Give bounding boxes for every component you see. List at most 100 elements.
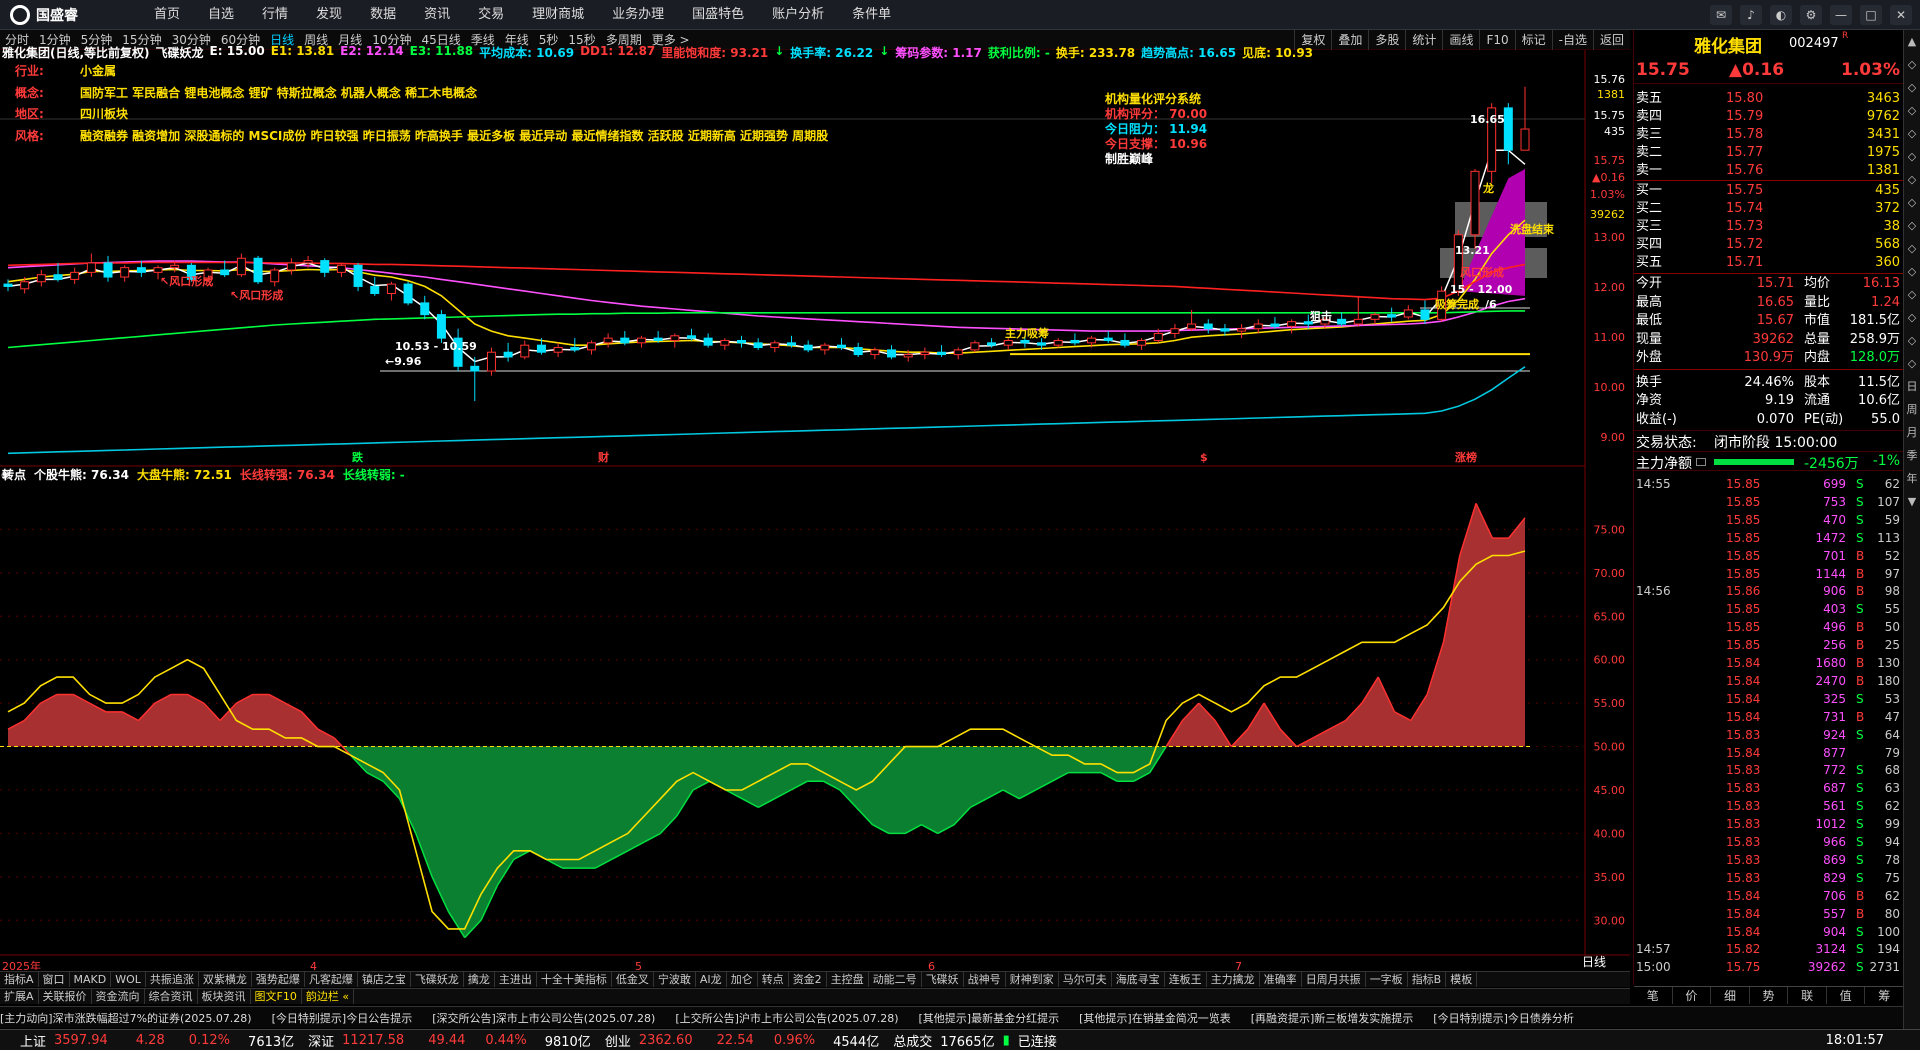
menu-item[interactable]: 数据: [356, 0, 410, 30]
maximize-icon[interactable]: □: [1860, 5, 1882, 25]
settings-icon[interactable]: ⚙: [1800, 5, 1822, 25]
indicator-tab[interactable]: 飞碟妖龙: [411, 972, 464, 987]
indicator-tab[interactable]: 准确率: [1260, 972, 1302, 987]
right-tab[interactable]: 联: [1788, 987, 1827, 1004]
panel-tab[interactable]: 综合资讯: [145, 989, 198, 1004]
indicator-tab[interactable]: 十全十美指标: [537, 972, 612, 987]
indicator-tab[interactable]: 指标A: [0, 972, 39, 987]
ask-row[interactable]: 卖四 15.79 9762: [1634, 108, 1904, 126]
indicator-tab[interactable]: 主进出: [495, 972, 537, 987]
indicator-tab[interactable]: 飞碟妖: [922, 972, 964, 987]
indicator-tab[interactable]: 模板: [1446, 972, 1478, 987]
side-tool-icon[interactable]: ◇: [1904, 145, 1920, 168]
news-item[interactable]: [主力动向]深市涨跌幅超过7%的证券(2025.07.28): [0, 1010, 252, 1026]
menu-item[interactable]: 首页: [140, 0, 194, 30]
close-icon[interactable]: ✕: [1890, 5, 1912, 25]
news-item[interactable]: [再融资提示]新三板增发实施提示: [1251, 1010, 1414, 1026]
menu-item[interactable]: 账户分析: [758, 0, 838, 30]
indicator-tab[interactable]: 低金叉: [612, 972, 654, 987]
indicator-tab[interactable]: 宁波敢: [654, 972, 696, 987]
indicator-tab[interactable]: 加仑: [727, 972, 758, 987]
indicator-tab[interactable]: 海底寻宝: [1112, 972, 1165, 987]
indicator-tab[interactable]: AI龙: [696, 972, 727, 987]
news-item[interactable]: [其他提示]最新基金分红提示: [919, 1010, 1060, 1026]
indicator-tab[interactable]: 日周月共振: [1302, 972, 1366, 987]
chart-tool-button[interactable]: -自选: [1551, 30, 1593, 50]
panel-tab[interactable]: 图文F10: [251, 989, 302, 1004]
indicator-tab[interactable]: 主控盘: [827, 972, 869, 987]
indicator-tab[interactable]: 主力擒龙: [1207, 972, 1260, 987]
side-tool-icon[interactable]: ◇: [1904, 168, 1920, 191]
kline-chart-svg[interactable]: ◉15.76138143515.7515.75▲0.161.03%3926213…: [0, 50, 1630, 970]
indicator-tab[interactable]: MAKD: [70, 972, 112, 987]
side-tool-icon[interactable]: ◇: [1904, 99, 1920, 122]
panel-tab[interactable]: 扩展A: [0, 989, 39, 1004]
side-tool-icon[interactable]: ◇: [1904, 306, 1920, 329]
indicator-tab[interactable]: 连板王: [1165, 972, 1207, 987]
side-tool-icon[interactable]: ◇: [1904, 352, 1920, 375]
indicator-tab[interactable]: 窗口: [39, 972, 70, 987]
scroll-down-icon[interactable]: ▼: [1904, 490, 1920, 513]
chart-tool-button[interactable]: 返回: [1592, 30, 1630, 50]
capital-toggle-icon[interactable]: [1696, 458, 1706, 466]
side-tool-icon[interactable]: ◇: [1904, 329, 1920, 352]
right-tab[interactable]: 值: [1827, 987, 1866, 1004]
side-tool-icon[interactable]: ◇: [1904, 260, 1920, 283]
minimize-icon[interactable]: —: [1830, 5, 1852, 25]
menu-item[interactable]: 资讯: [410, 0, 464, 30]
right-tab[interactable]: 势: [1750, 987, 1789, 1004]
bid-row[interactable]: 买四 15.72 568: [1634, 236, 1904, 254]
bid-row[interactable]: 买五 15.71 360: [1634, 254, 1904, 272]
right-tab[interactable]: 细: [1711, 987, 1750, 1004]
indicator-tab[interactable]: 共振追涨: [146, 972, 199, 987]
side-tool-icon[interactable]: ◇: [1904, 283, 1920, 306]
menu-item[interactable]: 理财商城: [518, 0, 598, 30]
message-icon[interactable]: ✉: [1710, 5, 1732, 25]
side-tool-icon[interactable]: ◇: [1904, 53, 1920, 76]
chart-tool-button[interactable]: 多股: [1368, 30, 1405, 50]
news-item[interactable]: [上交所公告]沪市上市公司公告(2025.07.28): [675, 1010, 898, 1026]
indicator-tab[interactable]: 战神号: [964, 972, 1006, 987]
side-period-button[interactable]: 月: [1904, 421, 1920, 444]
news-item[interactable]: [其他提示]在销基金简况一览表: [1079, 1010, 1231, 1026]
indicator-tab[interactable]: 一字板: [1366, 972, 1408, 987]
right-tab[interactable]: 筹: [1865, 987, 1905, 1004]
indicator-tab[interactable]: 资金2: [789, 972, 827, 987]
right-tab[interactable]: 笔: [1634, 987, 1673, 1004]
bid-row[interactable]: 买三 15.73 38: [1634, 218, 1904, 236]
indicator-tab[interactable]: 双紫横龙: [199, 972, 252, 987]
chart-area[interactable]: ◉ 15.76 1381 435 15.75 15.75 ▲0.16 1.03% 39262 13…: [0, 44, 1630, 970]
indicator-tab[interactable]: 擒龙: [464, 972, 495, 987]
menu-item[interactable]: 自选: [194, 0, 248, 30]
ask-row[interactable]: 卖三 15.78 3431: [1634, 126, 1904, 144]
panel-tab[interactable]: 板块资讯: [198, 989, 251, 1004]
news-ticker[interactable]: [主力动向]深市涨跌幅超过7%的证券(2025.07.28) [今日特别提示]今日…: [0, 1006, 1903, 1028]
menu-item[interactable]: 发现: [302, 0, 356, 30]
menu-item[interactable]: 国盛特色: [678, 0, 758, 30]
menu-item[interactable]: 业务办理: [598, 0, 678, 30]
chart-tool-button[interactable]: 画线: [1442, 30, 1479, 50]
ask-row[interactable]: 卖二 15.77 1975: [1634, 144, 1904, 162]
indicator-tab[interactable]: 动能二号: [869, 972, 922, 987]
side-period-button[interactable]: 周: [1904, 398, 1920, 421]
side-tool-icon[interactable]: ◇: [1904, 122, 1920, 145]
panel-tab[interactable]: 关联报价: [39, 989, 92, 1004]
news-item[interactable]: [今日特别提示]今日债券分析: [1433, 1010, 1574, 1026]
chart-tool-button[interactable]: 统计: [1405, 30, 1442, 50]
bid-row[interactable]: 买二 15.74 372: [1634, 200, 1904, 218]
indicator-tab[interactable]: 马尔可夫: [1059, 972, 1112, 987]
indicator-tab[interactable]: 转点: [758, 972, 789, 987]
bell-icon[interactable]: ♪: [1740, 5, 1762, 25]
side-period-button[interactable]: 日: [1904, 375, 1920, 398]
menu-item[interactable]: 条件单: [838, 0, 905, 30]
chart-tool-button[interactable]: F10: [1479, 30, 1514, 50]
news-item[interactable]: [今日特别提示]今日公告提示: [272, 1010, 413, 1026]
ask-row[interactable]: 卖一 15.76 1381: [1634, 162, 1904, 180]
ask-row[interactable]: 卖五 15.80 3463: [1634, 90, 1904, 108]
side-tool-icon[interactable]: ◇: [1904, 76, 1920, 99]
skin-icon[interactable]: ◐: [1770, 5, 1792, 25]
side-period-button[interactable]: 年: [1904, 467, 1920, 490]
indicator-tab[interactable]: 镇店之宝: [358, 972, 411, 987]
chart-tool-button[interactable]: 叠加: [1331, 30, 1368, 50]
side-tool-icon[interactable]: ◇: [1904, 191, 1920, 214]
